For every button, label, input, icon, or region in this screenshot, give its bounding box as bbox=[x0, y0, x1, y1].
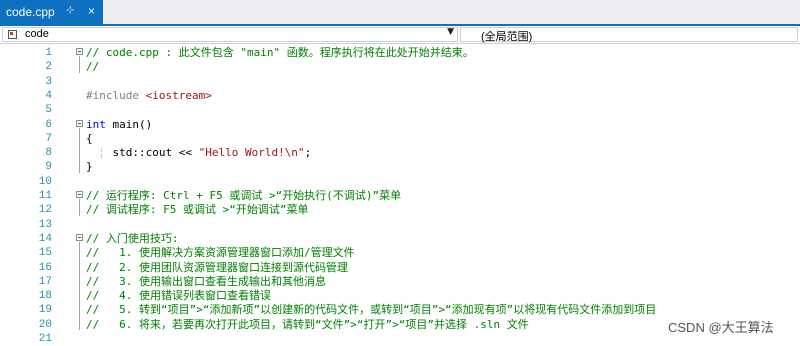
global-scope-dropdown[interactable]: (全局范围) bbox=[460, 27, 798, 43]
code-line[interactable]: 19 // 5. 转到“项目”>“添加新项”以创建新的代码文件，或转到“项目”>“… bbox=[0, 303, 800, 317]
code-text: { bbox=[86, 132, 93, 146]
code-text: // 2. 使用团队资源管理器窗口连接到源代码管理 bbox=[86, 261, 348, 275]
document-tab-strip: code.cpp ⊹ × bbox=[0, 0, 800, 26]
line-number: 12 bbox=[38, 204, 52, 217]
code-line[interactable]: 6 int main() bbox=[0, 118, 800, 132]
code-token-cmt: // 3. 使用输出窗口查看生成输出和其他消息 bbox=[86, 274, 326, 288]
line-number: 19 bbox=[38, 304, 52, 317]
code-text: // bbox=[86, 60, 99, 74]
line-number: 11 bbox=[38, 190, 52, 202]
code-line[interactable]: 4 #include <iostream> bbox=[0, 89, 800, 103]
tab-title: code.cpp bbox=[6, 5, 55, 19]
collapse-icon[interactable] bbox=[76, 48, 83, 55]
code-text: // 4. 使用错误列表窗口查看错误 bbox=[86, 289, 271, 303]
code-line[interactable]: 7{ bbox=[0, 132, 800, 146]
line-number: 5 bbox=[45, 104, 52, 117]
fold-guide-line bbox=[79, 56, 80, 73]
code-text: // code.cpp : 此文件包含 "main" 函数。程序执行将在此处开始… bbox=[86, 46, 474, 60]
pin-icon[interactable]: ⊹ bbox=[66, 5, 74, 16]
line-number: 8 bbox=[45, 147, 52, 160]
chevron-down-icon[interactable]: ▼ bbox=[447, 27, 454, 37]
code-line[interactable]: 15 // 1. 使用解决方案资源管理器窗口添加/管理文件 bbox=[0, 246, 800, 260]
code-editor[interactable]: 1 // code.cpp : 此文件包含 "main" 函数。程序执行将在此处开… bbox=[0, 44, 800, 345]
navigation-bar: code ▼ (全局范围) bbox=[0, 26, 800, 44]
code-line[interactable]: 11 // 运行程序: Ctrl + F5 或调试 >“开始执行(不调试)”菜单 bbox=[0, 189, 800, 203]
fold-guide-line bbox=[79, 127, 80, 173]
code-token-kw: int bbox=[86, 117, 106, 131]
code-line[interactable]: 2 // bbox=[0, 60, 800, 74]
tab-code-cpp[interactable]: code.cpp ⊹ × bbox=[0, 0, 103, 24]
code-text: } bbox=[86, 160, 93, 174]
code-text: #include <iostream> bbox=[86, 89, 212, 103]
line-number: 14 bbox=[38, 232, 52, 245]
fold-guide-line bbox=[79, 241, 80, 330]
code-token-cmt: // 入门使用技巧: bbox=[86, 231, 179, 245]
code-token-cmt: // 1. 使用解决方案资源管理器窗口添加/管理文件 bbox=[86, 246, 355, 260]
code-token-plain: { bbox=[86, 131, 93, 145]
code-token-cmt: // 6. 将来，若要再次打开此项目，请转到“文件”>“打开”>“项目”并选择 … bbox=[86, 317, 529, 331]
code-token-plain: main() bbox=[105, 117, 153, 131]
line-number: 21 bbox=[38, 333, 52, 345]
code-token-plain: std::cout << bbox=[86, 146, 199, 160]
code-text: int main() bbox=[86, 118, 152, 132]
code-line[interactable]: 3 bbox=[0, 75, 800, 89]
code-token-str: "Hello World!\n" bbox=[198, 146, 305, 160]
code-text: // 运行程序: Ctrl + F5 或调试 >“开始执行(不调试)”菜单 bbox=[86, 189, 401, 203]
code-token-cmt: // 运行程序: Ctrl + F5 或调试 >“开始执行(不调试)”菜单 bbox=[86, 189, 402, 202]
close-icon[interactable]: × bbox=[88, 4, 95, 18]
code-line[interactable]: 16 // 2. 使用团队资源管理器窗口连接到源代码管理 bbox=[0, 261, 800, 275]
code-token-pp: #include bbox=[86, 88, 146, 102]
line-number: 3 bbox=[45, 75, 52, 88]
scope-dropdown-value: code bbox=[25, 28, 49, 40]
project-icon bbox=[8, 30, 17, 39]
code-text: // 调试程序: F5 或调试 >“开始调试”菜单 bbox=[86, 203, 308, 217]
collapse-icon[interactable] bbox=[76, 191, 83, 198]
line-number: 7 bbox=[45, 132, 52, 145]
code-line[interactable]: 12 // 调试程序: F5 或调试 >“开始调试”菜单 bbox=[0, 203, 800, 217]
collapse-icon[interactable] bbox=[76, 119, 83, 127]
line-number: 2 bbox=[45, 61, 52, 74]
scope-dropdown[interactable]: code ▼ bbox=[2, 27, 458, 42]
line-number: 1 bbox=[45, 47, 52, 59]
code-line[interactable]: 8 ¦ std::cout << "Hello World!\n"; bbox=[0, 146, 800, 160]
code-text: // 3. 使用输出窗口查看生成输出和其他消息 bbox=[86, 275, 326, 289]
fold-guide-line bbox=[79, 199, 80, 216]
line-number: 17 bbox=[38, 275, 52, 288]
line-number: 13 bbox=[38, 218, 52, 231]
line-number: 10 bbox=[38, 175, 52, 188]
code-text: // 6. 将来，若要再次打开此项目，请转到“文件”>“打开”>“项目”并选择 … bbox=[86, 318, 529, 332]
code-token-cmt: // 5. 转到“项目”>“添加新项”以创建新的代码文件，或转到“项目”>“添加… bbox=[86, 303, 657, 317]
code-text: std::cout << "Hello World!\n"; bbox=[86, 146, 311, 160]
code-line[interactable]: 13 bbox=[0, 218, 800, 232]
global-scope-value: (全局范围) bbox=[481, 31, 533, 43]
code-line[interactable]: 5 bbox=[0, 103, 800, 117]
code-line[interactable]: 17 // 3. 使用输出窗口查看生成输出和其他消息 bbox=[0, 275, 800, 289]
code-token-plain: ; bbox=[304, 146, 312, 160]
code-token-cmt: // bbox=[86, 60, 100, 74]
code-line[interactable]: 14 // 入门使用技巧: bbox=[0, 232, 800, 246]
line-number: 16 bbox=[38, 261, 52, 274]
code-token-cmt: // 4. 使用错误列表窗口查看错误 bbox=[86, 289, 271, 303]
code-line[interactable]: 9} bbox=[0, 160, 800, 174]
line-number: 9 bbox=[45, 161, 52, 174]
line-number: 4 bbox=[45, 89, 52, 102]
code-line[interactable]: 1 // code.cpp : 此文件包含 "main" 函数。程序执行将在此处开… bbox=[0, 46, 800, 60]
code-token-cmt: // 2. 使用团队资源管理器窗口连接到源代码管理 bbox=[86, 260, 348, 274]
code-line[interactable]: 18 // 4. 使用错误列表窗口查看错误 bbox=[0, 289, 800, 303]
line-number: 15 bbox=[38, 247, 52, 260]
line-number: 6 bbox=[45, 118, 52, 131]
watermark: CSDN @大王算法 bbox=[668, 320, 774, 335]
collapse-icon[interactable] bbox=[76, 233, 83, 241]
code-text: // 1. 使用解决方案资源管理器窗口添加/管理文件 bbox=[86, 246, 355, 260]
line-number: 20 bbox=[38, 318, 52, 331]
code-token-plain: } bbox=[86, 160, 93, 174]
code-token-cmt: // 调试程序: F5 或调试 >“开始调试”菜单 bbox=[86, 203, 309, 217]
code-token-str: <iostream> bbox=[145, 88, 212, 102]
code-line[interactable]: 10 bbox=[0, 175, 800, 189]
code-text: // 入门使用技巧: bbox=[86, 232, 179, 246]
code-token-cmt: // code.cpp : 此文件包含 "main" 函数。程序执行将在此处开始… bbox=[86, 46, 474, 59]
line-number: 18 bbox=[38, 290, 52, 303]
code-text: // 5. 转到“项目”>“添加新项”以创建新的代码文件，或转到“项目”>“添加… bbox=[86, 303, 656, 317]
